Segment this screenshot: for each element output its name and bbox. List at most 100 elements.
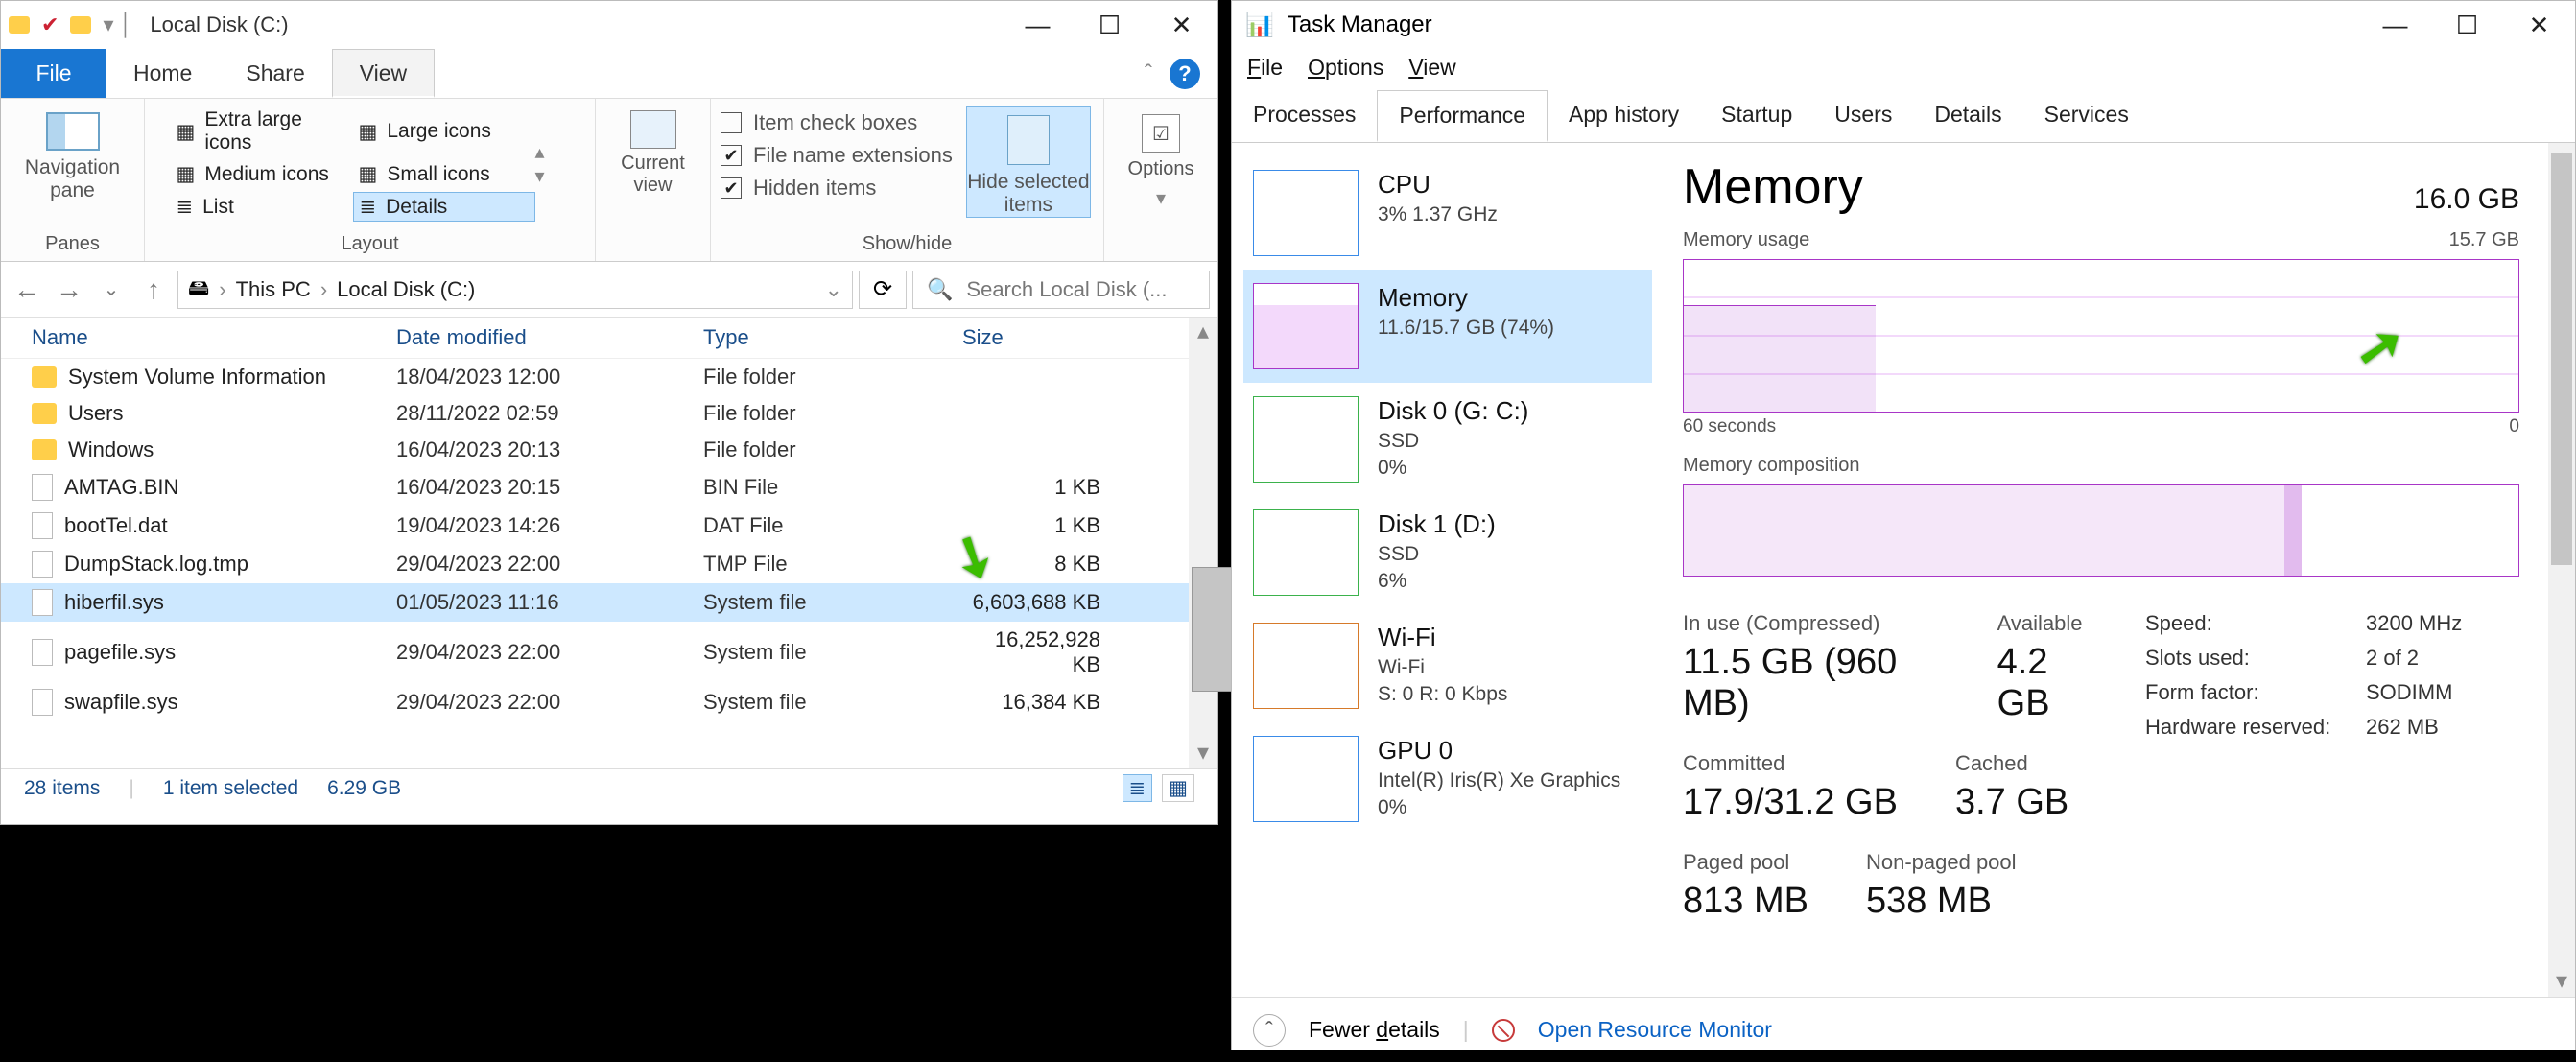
perf-card-wi-fi[interactable]: Wi-FiWi-FiS: 0 R: 0 Kbps [1243, 609, 1652, 722]
chk-file-ext[interactable]: ✔File name extensions [721, 139, 953, 172]
current-view-button[interactable]: Current view [603, 106, 703, 197]
table-row[interactable]: Users28/11/2022 02:59File folder [1, 395, 1189, 432]
memory-spec-table: Speed:3200 MHz Slots used:2 of 2 Form fa… [2145, 611, 2519, 740]
scrollbar[interactable]: ▴ ▾ [2548, 143, 2575, 997]
table-row[interactable]: swapfile.sys29/04/2023 22:00System file1… [1, 683, 1189, 721]
tab-startup[interactable]: Startup [1700, 90, 1813, 142]
file-icon [32, 589, 53, 616]
navigation-pane-icon [46, 112, 100, 151]
group-label-panes: Panes [45, 233, 100, 261]
memory-heading: Memory [1683, 158, 1863, 216]
chk-hidden[interactable]: ✔Hidden items [721, 172, 953, 204]
scrollbar[interactable]: ▴ ▾ [1189, 318, 1217, 768]
open-resource-monitor-link[interactable]: Open Resource Monitor [1538, 1017, 1772, 1043]
table-row[interactable]: Windows16/04/2023 20:13File folder [1, 432, 1189, 468]
sparkline-icon [1253, 736, 1359, 822]
table-row[interactable]: pagefile.sys29/04/2023 22:00System file1… [1, 622, 1189, 683]
address-row: ← → ⌄ ↑ 🖴 › This PC › Local Disk (C:) ⌄ … [1, 262, 1217, 318]
prohibit-icon [1492, 1019, 1515, 1042]
group-label-layout: Layout [341, 233, 398, 261]
table-row[interactable]: bootTel.dat19/04/2023 14:26DAT File1 KB [1, 507, 1189, 545]
file-explorer-window: ✔ ▾ │ Local Disk (C:) — ☐ ✕ File Home Sh… [0, 0, 1218, 825]
address-bar[interactable]: 🖴 › This PC › Local Disk (C:) ⌄ [177, 271, 853, 309]
perf-card-cpu[interactable]: CPU3% 1.37 GHz [1243, 156, 1652, 270]
sparkline-icon [1253, 623, 1359, 709]
maximize-button[interactable]: ☐ [1074, 1, 1146, 49]
tab-file[interactable]: File [1, 49, 106, 98]
window-title: Local Disk (C:) [132, 12, 288, 37]
minimize-button[interactable]: — [2359, 1, 2431, 49]
chevron-up-icon[interactable]: ˆ [1253, 1014, 1286, 1047]
table-row[interactable]: hiberfil.sys01/05/2023 11:16System file6… [1, 583, 1189, 622]
tab-home[interactable]: Home [106, 49, 219, 98]
view-icons-icon[interactable]: ▦ [1162, 774, 1194, 802]
memory-composition-graph [1683, 484, 2519, 577]
fewer-details-link[interactable]: Fewer details [1309, 1017, 1440, 1043]
minimize-button[interactable]: — [1002, 1, 1074, 49]
folder-icon [32, 439, 57, 460]
checkmark-icon[interactable]: ✔ [41, 12, 59, 37]
hide-selected-button[interactable]: Hide selected items [966, 106, 1091, 218]
tab-view[interactable]: View [332, 49, 435, 98]
chevron-up-icon[interactable]: ˆ [1145, 60, 1152, 87]
column-headers[interactable]: Name Date modified Type Size [1, 318, 1189, 359]
tab-details[interactable]: Details [1913, 90, 2022, 142]
tm-titlebar[interactable]: 📊 Task Manager — ☐ ✕ [1232, 1, 2575, 49]
file-list[interactable]: Name Date modified Type Size System Volu… [1, 318, 1189, 768]
folder-icon [32, 403, 57, 424]
nav-up[interactable]: ↑ [135, 274, 172, 305]
table-row[interactable]: DumpStack.log.tmp29/04/2023 22:00TMP Fil… [1, 545, 1189, 583]
folder-icon [32, 366, 57, 388]
perf-card-memory[interactable]: Memory11.6/15.7 GB (74%) [1243, 270, 1652, 383]
menu-options[interactable]: Options [1308, 55, 1383, 81]
navigation-pane-button[interactable]: Navigation pane [15, 106, 130, 202]
refresh-button[interactable]: ⟳ [859, 271, 907, 309]
task-manager-window: 📊 Task Manager — ☐ ✕ File Options View P… [1231, 0, 2576, 1050]
tm-tabs[interactable]: Processes Performance App history Startu… [1232, 90, 2575, 143]
titlebar[interactable]: ✔ ▾ │ Local Disk (C:) — ☐ ✕ [1, 1, 1217, 49]
close-button[interactable]: ✕ [2503, 1, 2575, 49]
view-details-icon[interactable]: ≣ [1123, 774, 1153, 802]
tm-menubar[interactable]: File Options View [1232, 49, 2575, 90]
file-icon [32, 512, 53, 539]
chk-item-boxes[interactable]: Item check boxes [721, 106, 953, 139]
nav-back[interactable]: ← [9, 274, 45, 305]
memory-panel: Memory 16.0 GB Memory usage 15.7 GB 60 s… [1664, 143, 2548, 997]
file-icon [32, 551, 53, 578]
options-button[interactable]: ☑ Options ▾ [1113, 106, 1209, 210]
tab-processes[interactable]: Processes [1232, 90, 1377, 142]
tab-performance[interactable]: Performance [1377, 90, 1548, 142]
help-icon[interactable]: ? [1170, 59, 1200, 89]
search-icon: 🔍 [927, 277, 953, 302]
close-button[interactable]: ✕ [1146, 1, 1217, 49]
sparkline-icon [1253, 170, 1359, 256]
folder-icon[interactable] [70, 16, 91, 34]
file-icon [32, 639, 53, 666]
table-row[interactable]: System Volume Information18/04/2023 12:0… [1, 359, 1189, 395]
perf-sidebar[interactable]: CPU3% 1.37 GHz Memory11.6/15.7 GB (74%) … [1232, 143, 1664, 997]
menu-file[interactable]: File [1247, 55, 1283, 81]
tab-app-history[interactable]: App history [1548, 90, 1700, 142]
tab-services[interactable]: Services [2023, 90, 2150, 142]
memory-total: 16.0 GB [2414, 183, 2519, 216]
search-input[interactable]: 🔍 Search Local Disk (... [912, 271, 1210, 309]
menu-view[interactable]: View [1408, 55, 1455, 81]
folder-icon [9, 16, 30, 34]
layout-picker[interactable]: ▦Extra large icons ▦Large icons ▴▾ ▦Medi… [171, 106, 570, 222]
sparkline-icon [1253, 283, 1359, 369]
table-row[interactable]: AMTAG.BIN16/04/2023 20:15BIN File1 KB [1, 468, 1189, 507]
perf-card-gpu-0[interactable]: GPU 0Intel(R) Iris(R) Xe Graphics0% [1243, 722, 1652, 836]
nav-forward[interactable]: → [51, 274, 87, 305]
nav-recent[interactable]: ⌄ [93, 277, 130, 301]
task-manager-icon: 📊 [1245, 12, 1274, 39]
file-icon [32, 689, 53, 716]
perf-card-disk-0-g-c-[interactable]: Disk 0 (G: C:)SSD0% [1243, 383, 1652, 496]
file-icon [32, 474, 53, 501]
perf-card-disk-1-d-[interactable]: Disk 1 (D:)SSD6% [1243, 496, 1652, 609]
tab-users[interactable]: Users [1813, 90, 1913, 142]
status-bar: 28 items | 1 item selected 6.29 GB ≣ ▦ [1, 768, 1217, 807]
maximize-button[interactable]: ☐ [2431, 1, 2503, 49]
sparkline-icon [1253, 509, 1359, 596]
tab-share[interactable]: Share [219, 49, 331, 98]
tm-footer: ˆ Fewer details | Open Resource Monitor [1232, 997, 2575, 1062]
